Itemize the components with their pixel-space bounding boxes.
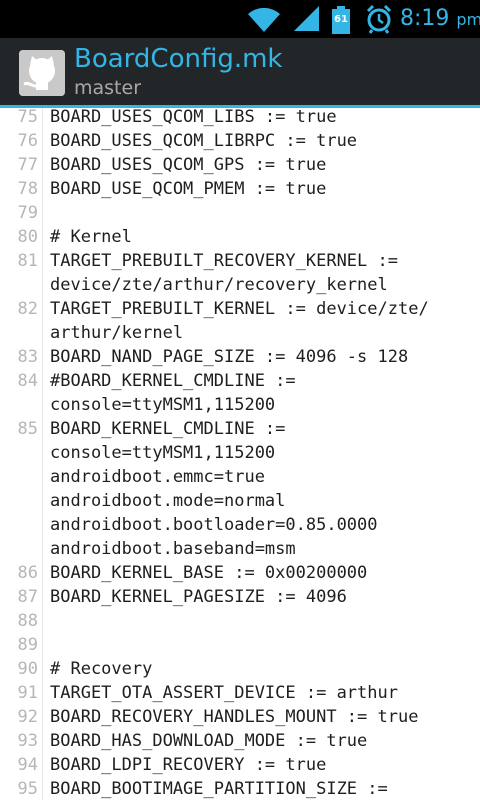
line-text: BOARD_RECOVERY_HANDLES_MOUNT := true — [50, 707, 419, 727]
code-line: 80 # Kernel — [0, 225, 480, 249]
line-number: 81 — [17, 251, 38, 271]
status-bar: 61 8:19 pm — [0, 0, 480, 38]
line-text: BOARD_NAND_PAGE_SIZE := 4096 -s 128 — [50, 347, 409, 367]
line-text: #BOARD_KERNEL_CMDLINE := console=ttyMSM1… — [50, 371, 296, 415]
line-number: 91 — [17, 683, 38, 703]
line-number: 92 — [17, 707, 38, 727]
line-number: 88 — [17, 611, 38, 631]
action-bar: BoardConfig.mk master — [0, 38, 480, 108]
clock-time: 8:19 — [400, 6, 450, 31]
code-line: 78 BOARD_USE_QCOM_PMEM := true — [0, 177, 480, 201]
line-number: 75 — [17, 108, 38, 127]
line-number: 89 — [17, 635, 38, 655]
code-line: 92 BOARD_RECOVERY_HANDLES_MOUNT := true — [0, 705, 480, 729]
line-text: TARGET_OTA_ASSERT_DEVICE := arthur — [50, 683, 398, 703]
line-number: 90 — [17, 659, 38, 679]
line-text: BOARD_USES_QCOM_LIBS := true — [50, 108, 337, 127]
wifi-icon — [248, 7, 280, 33]
line-number: 86 — [17, 563, 38, 583]
github-octocat-icon[interactable] — [19, 50, 65, 96]
line-text: BOARD_KERNEL_BASE := 0x00200000 — [50, 563, 368, 583]
code-line: 88 — [0, 609, 480, 633]
line-number: 78 — [17, 179, 38, 199]
line-number: 85 — [17, 419, 38, 439]
line-text: BOARD_LDPI_RECOVERY := true — [50, 755, 327, 775]
code-line: 91 TARGET_OTA_ASSERT_DEVICE := arthur — [0, 681, 480, 705]
line-text: # Kernel — [50, 227, 132, 247]
code-lines: 75 BOARD_USES_QCOM_LIBS := true 76 BOARD_US… — [0, 108, 480, 800]
line-text: BOARD_BOOTIMAGE_PARTITION_SIZE := — [50, 779, 388, 799]
line-text: TARGET_PREBUILT_RECOVERY_KERNEL := devic… — [50, 251, 398, 295]
signal-icon — [294, 6, 319, 31]
line-number: 94 — [17, 755, 38, 775]
line-text: # Recovery — [50, 659, 153, 679]
line-text: BOARD_HAS_DOWNLOAD_MODE := true — [50, 731, 368, 751]
code-line: 89 — [0, 633, 480, 657]
line-number: 83 — [17, 347, 38, 367]
code-line: 81 TARGET_PREBUILT_RECOVERY_KERNEL := dev… — [0, 249, 480, 297]
branch-name: master — [74, 77, 142, 99]
line-number: 93 — [17, 731, 38, 751]
line-number: 76 — [17, 131, 38, 151]
line-number: 82 — [17, 299, 38, 319]
line-text: BOARD_KERNEL_PAGESIZE := 4096 — [50, 587, 347, 607]
line-text: BOARD_USE_QCOM_PMEM := true — [50, 179, 327, 199]
code-line: 75 BOARD_USES_QCOM_LIBS := true — [0, 108, 480, 129]
line-number: 80 — [17, 227, 38, 247]
clock-ampm: pm — [456, 10, 480, 29]
code-line: 85 BOARD_KERNEL_CMDLINE := console=ttyMSM… — [0, 417, 480, 561]
code-line: 82 TARGET_PREBUILT_KERNEL := device/zte/ … — [0, 297, 480, 345]
line-number: 95 — [17, 779, 38, 799]
line-number: 84 — [17, 371, 38, 391]
code-line: 95 BOARD_BOOTIMAGE_PARTITION_SIZE := — [0, 777, 480, 800]
line-text: TARGET_PREBUILT_KERNEL := device/zte/ ar… — [50, 299, 429, 343]
battery-level: 61 — [334, 14, 348, 25]
page-title: BoardConfig.mk — [74, 44, 283, 74]
code-line: 94 BOARD_LDPI_RECOVERY := true — [0, 753, 480, 777]
line-number: 77 — [17, 155, 38, 175]
line-text: BOARD_KERNEL_CMDLINE := console=ttyMSM1,… — [50, 419, 378, 559]
code-line: 77 BOARD_USES_QCOM_GPS := true — [0, 153, 480, 177]
code-line: 84 #BOARD_KERNEL_CMDLINE := console=ttyMS… — [0, 369, 480, 417]
clock: 8:19 pm — [400, 6, 480, 33]
code-line: 83 BOARD_NAND_PAGE_SIZE := 4096 -s 128 — [0, 345, 480, 369]
line-number: 79 — [17, 203, 38, 223]
alarm-icon — [366, 4, 392, 34]
line-text: BOARD_USES_QCOM_GPS := true — [50, 155, 327, 175]
code-line: 79 — [0, 201, 480, 225]
code-view[interactable]: 75 BOARD_USES_QCOM_LIBS := true 76 BOARD_US… — [0, 108, 480, 800]
code-line: 90 # Recovery — [0, 657, 480, 681]
code-line: 76 BOARD_USES_QCOM_LIBRPC := true — [0, 129, 480, 153]
line-number: 87 — [17, 587, 38, 607]
line-text: BOARD_USES_QCOM_LIBRPC := true — [50, 131, 358, 151]
code-line: 87 BOARD_KERNEL_PAGESIZE := 4096 — [0, 585, 480, 609]
code-line: 86 BOARD_KERNEL_BASE := 0x00200000 — [0, 561, 480, 585]
code-line: 93 BOARD_HAS_DOWNLOAD_MODE := true — [0, 729, 480, 753]
